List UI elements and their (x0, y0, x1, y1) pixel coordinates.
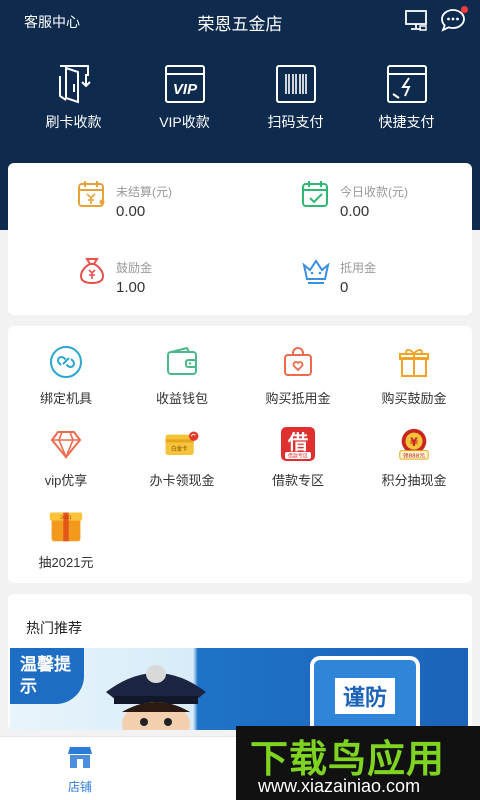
calendar-check-icon (300, 179, 332, 211)
menu-buy-incentive[interactable]: 购买鼓励金 (356, 344, 472, 416)
menu-bind-device-label: 绑定机具 (39, 391, 92, 406)
diamond-icon (48, 426, 84, 462)
unsettled-label: 未结算(元) (116, 185, 172, 199)
menu-card-cash-label: 办卡领现金 (149, 473, 215, 488)
watermark: 下载鸟应用 www.xiazainiao.com (236, 726, 480, 800)
promo-banner[interactable]: 温馨提示 谨防 (10, 648, 468, 730)
top-bar: 客服中心 荣恩五金店 (0, 0, 480, 44)
menu-points-lottery-label: 积分抽现金 (381, 473, 447, 488)
lucky-box-icon: 2021 (48, 508, 84, 544)
watermark-url: www.xiazainiao.com (258, 776, 421, 796)
hot-title: 热门推荐 (26, 620, 82, 636)
quick-actions: 刷卡收款 VIP VIP收款 扫码支付 快捷支付 (0, 64, 480, 144)
vip-payment-button[interactable]: VIP VIP收款 (135, 64, 235, 144)
menu-draw-2021[interactable]: 2021 抽2021元 (8, 508, 124, 580)
quick-pay-label: 快捷支付 (378, 114, 435, 130)
loan-sub-text: 借款专区 (288, 453, 308, 460)
loan-icon: 借借款专区 (280, 426, 316, 462)
banner-tag: 温馨提示 (10, 648, 84, 704)
stats-card: 未结算(元) 0.00 今日收款(元) 0.00 鼓励金 1.00 抵用金 0 (8, 163, 472, 315)
police-illustration (106, 665, 206, 730)
vip-payment-label: VIP收款 (159, 114, 210, 130)
menu-earnings-wallet[interactable]: 收益钱包 (124, 344, 240, 416)
voucher-stat[interactable]: 抵用金 0 (300, 255, 480, 305)
svg-text:2021: 2021 (60, 515, 72, 521)
card-swipe-button[interactable]: 刷卡收款 (24, 64, 124, 144)
today-collection-label: 今日收款(元) (340, 185, 408, 199)
gift-icon (396, 344, 432, 380)
customer-service-link[interactable]: 客服中心 (24, 12, 80, 32)
menu-earnings-wallet-label: 收益钱包 (155, 391, 208, 406)
store-icon (67, 745, 93, 774)
menu-buy-voucher[interactable]: 购买抵用金 (240, 344, 356, 416)
menu-loan-zone[interactable]: 借借款专区 借款专区 (240, 426, 356, 498)
scan-pay-label: 扫码支付 (267, 114, 324, 130)
quick-pay-icon (385, 64, 429, 104)
menu-buy-incentive-label: 购买鼓励金 (381, 391, 447, 406)
today-collection-stat[interactable]: 今日收款(元) 0.00 (300, 179, 480, 229)
menu-vip-benefits-label: vip优享 (44, 473, 88, 488)
menu-loan-zone-label: 借款专区 (271, 473, 324, 488)
link-icon (48, 344, 84, 380)
incentive-value: 1.00 (116, 279, 146, 296)
menu-bind-device[interactable]: 绑定机具 (8, 344, 124, 416)
menu-buy-voucher-label: 购买抵用金 (265, 391, 331, 406)
card-swipe-icon (52, 64, 96, 104)
unsettled-value: 0.00 (116, 203, 146, 220)
menu-vip-benefits[interactable]: vip优享 (8, 426, 124, 498)
menu-draw-2021-label: 抽2021元 (38, 555, 94, 570)
banner-text: 谨防 (334, 678, 395, 714)
monitor-icon[interactable] (404, 9, 428, 36)
voucher-value: 0 (340, 279, 349, 296)
svg-text:¥: ¥ (410, 435, 418, 449)
points-lottery-icon: ¥ 领888元 (396, 426, 432, 462)
incentive-label: 鼓励金 (116, 261, 153, 275)
calendar-yen-icon (76, 179, 108, 211)
wallet-icon (164, 344, 200, 380)
loan-badge-text: 借 (287, 430, 308, 454)
today-collection-value: 0.00 (340, 203, 370, 220)
tab-store[interactable]: 店铺 (50, 745, 110, 795)
card-swipe-label: 刷卡收款 (45, 114, 102, 130)
money-bag-icon (76, 255, 108, 287)
incentive-stat[interactable]: 鼓励金 1.00 (76, 255, 276, 305)
scan-pay-button[interactable]: 扫码支付 (246, 64, 346, 144)
vip-badge-text: VIP (172, 81, 197, 98)
message-icon[interactable] (440, 5, 468, 37)
unsettled-stat[interactable]: 未结算(元) 0.00 (76, 179, 276, 229)
services-card: 绑定机具 收益钱包 购买抵用金 购买鼓励金 vip优享 白金卡 办卡领现金 借借… (8, 326, 472, 583)
shield-graphic: 谨防 (310, 656, 420, 730)
hot-recommendations-card: 热门推荐 温馨提示 谨防 (8, 594, 472, 730)
vip-icon: VIP (163, 64, 207, 104)
credit-card-icon: 白金卡 (164, 426, 200, 462)
points-badge-text: 领888元 (403, 451, 425, 459)
shopping-bag-icon (280, 344, 316, 380)
barcode-scan-icon (274, 64, 318, 104)
menu-card-cash[interactable]: 白金卡 办卡领现金 (124, 426, 240, 498)
watermark-brand: 下载鸟应用 (250, 739, 446, 781)
menu-points-lottery[interactable]: ¥ 领888元 积分抽现金 (356, 426, 472, 498)
notification-dot (461, 5, 468, 13)
quick-pay-button[interactable]: 快捷支付 (357, 64, 457, 144)
voucher-label: 抵用金 (340, 261, 377, 275)
tab-store-label: 店铺 (67, 780, 92, 794)
crown-icon (300, 255, 332, 287)
